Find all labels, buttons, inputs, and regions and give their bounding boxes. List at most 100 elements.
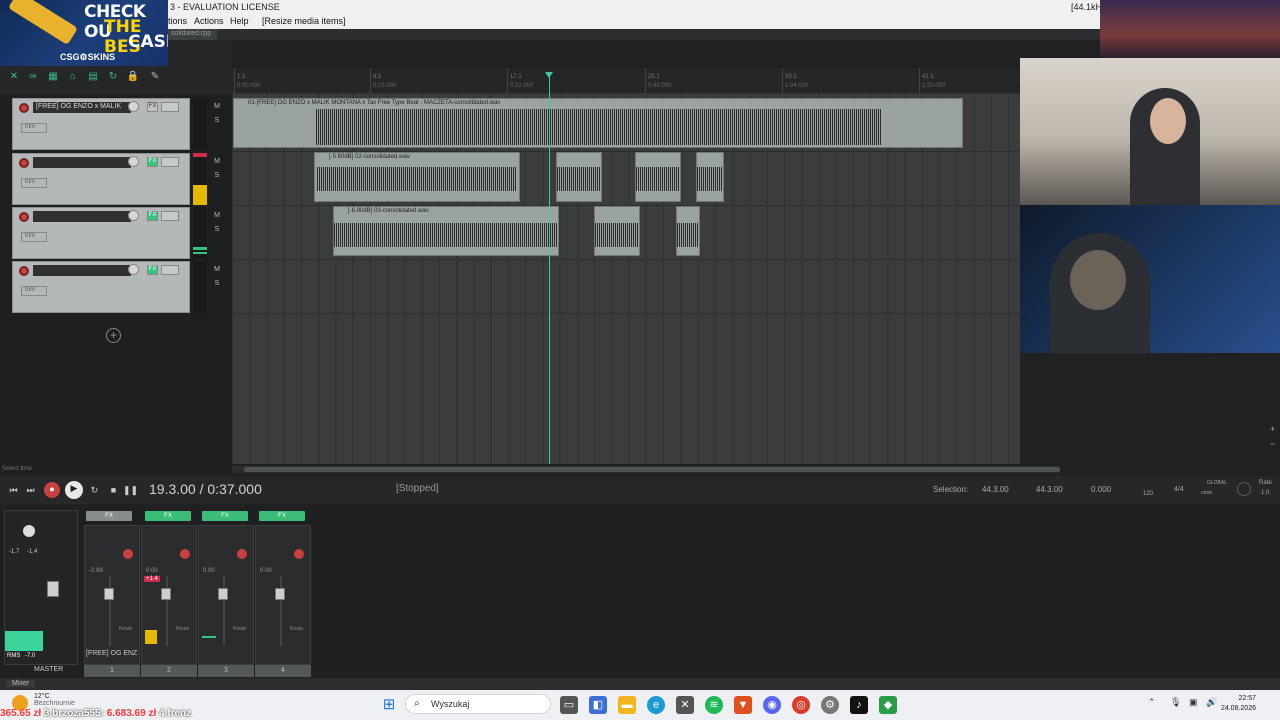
media-item[interactable] bbox=[696, 152, 724, 202]
mixer-fx-1[interactable]: FX bbox=[86, 511, 132, 521]
track-4-solo[interactable]: S bbox=[211, 278, 223, 289]
fx-button[interactable]: FX bbox=[147, 265, 158, 275]
taskbar-search[interactable]: ⌕ Wyszukaj bbox=[405, 694, 551, 714]
mixer-strip-1[interactable]: -2.99 Route bbox=[84, 525, 140, 665]
menu-item-actions-partial[interactable]: tions bbox=[168, 16, 187, 26]
track-4-mute[interactable]: M bbox=[211, 264, 223, 275]
lock-toggle-icon[interactable]: ↻ bbox=[105, 70, 121, 84]
media-item[interactable]: [-6.90dB] 03-consolidated.wav bbox=[333, 206, 559, 256]
rate-value[interactable]: 1.0 bbox=[1261, 490, 1269, 496]
track-name[interactable] bbox=[33, 265, 131, 276]
microphone-icon[interactable]: 🎙 bbox=[1170, 697, 1181, 708]
timeline-ruler[interactable]: 1.1 0:00.000 9.1 0:15.000 17.1 0:32.000 25.… bbox=[232, 68, 1020, 94]
menu-item-help[interactable]: Help bbox=[230, 16, 249, 26]
volume-knob[interactable] bbox=[128, 210, 139, 221]
io-button[interactable] bbox=[161, 157, 179, 167]
mixer-fx-4[interactable]: FX bbox=[259, 511, 305, 521]
global-mode[interactable]: none bbox=[1201, 490, 1212, 496]
spotify-icon[interactable]: ≋ bbox=[705, 696, 723, 714]
project-tab[interactable]: solidated.rpp bbox=[165, 29, 218, 40]
horizontal-scrollbar[interactable] bbox=[232, 466, 1060, 473]
io-button[interactable] bbox=[161, 265, 179, 275]
record-arm-icon[interactable] bbox=[19, 158, 29, 168]
bpm[interactable]: 120 bbox=[1143, 491, 1153, 497]
repeat-icon[interactable]: ↻ bbox=[87, 483, 102, 497]
tiktok-icon[interactable]: ♪ bbox=[850, 696, 868, 714]
windows-start-icon[interactable]: ⊞ bbox=[380, 696, 398, 714]
record-arm-icon[interactable] bbox=[19, 212, 29, 222]
track-name[interactable]: [FREE] OG ENZO x MALIK bbox=[33, 102, 131, 113]
menu-item-resize-media[interactable]: [Resize media items] bbox=[262, 16, 346, 26]
tray-chevron-icon[interactable]: ⌃ bbox=[1148, 697, 1156, 708]
mixer-strip-3[interactable]: 0.00 Route bbox=[198, 525, 254, 665]
fx-button[interactable]: FX bbox=[147, 102, 158, 112]
brave-icon[interactable]: ▼ bbox=[734, 696, 752, 714]
task-view-icon[interactable]: ▭ bbox=[560, 696, 578, 714]
selection-length[interactable]: 0.000 bbox=[1091, 485, 1111, 494]
fx-button[interactable]: FX bbox=[147, 157, 158, 167]
media-item[interactable] bbox=[635, 152, 681, 202]
media-item[interactable] bbox=[676, 206, 700, 256]
trim-button[interactable]: trim bbox=[21, 286, 47, 296]
track-name[interactable] bbox=[33, 157, 131, 168]
global-knob[interactable] bbox=[1237, 482, 1251, 496]
track-2-mute[interactable]: M bbox=[211, 156, 223, 167]
loop-icon[interactable]: ∞ bbox=[25, 70, 41, 84]
network-icon[interactable]: ▣ bbox=[1189, 697, 1198, 708]
volume-icon[interactable]: 🔊 bbox=[1206, 697, 1217, 708]
store-icon[interactable]: ◧ bbox=[589, 696, 607, 714]
selection-end[interactable]: 44.3.00 bbox=[1036, 485, 1063, 494]
mixer-strip-4[interactable]: 0.00 Route bbox=[255, 525, 311, 665]
ripple-icon[interactable]: ✕ bbox=[6, 70, 22, 84]
playhead[interactable] bbox=[549, 72, 550, 464]
fx-button[interactable]: FX bbox=[147, 211, 158, 221]
media-item[interactable]: [-5.60dB] 02-consolidated.wav bbox=[314, 152, 520, 202]
track-1-solo[interactable]: S bbox=[211, 115, 223, 126]
media-item[interactable]: 01-[FREE] OG ENZO x MALIK MONTANA x Tax … bbox=[233, 98, 963, 148]
go-to-end-icon[interactable]: ⏭ bbox=[23, 483, 38, 497]
play-button[interactable]: ▶ bbox=[65, 481, 83, 499]
taskbar-clock[interactable]: 22:57 24.08.2026 bbox=[1221, 694, 1256, 714]
mixer-tab[interactable]: Mixer bbox=[6, 680, 36, 687]
grid-icon[interactable]: ▦ bbox=[45, 70, 61, 84]
edge-icon[interactable]: e bbox=[647, 696, 665, 714]
pause-button[interactable]: ❚❚ bbox=[123, 483, 138, 497]
io-button[interactable] bbox=[161, 211, 179, 221]
go-to-start-icon[interactable]: ⏮ bbox=[6, 483, 21, 497]
reaper-icon[interactable]: ◆ bbox=[879, 696, 897, 714]
media-item[interactable] bbox=[594, 206, 640, 256]
pencil-icon[interactable]: ✎ bbox=[147, 70, 163, 84]
track-2-header[interactable]: FX trim bbox=[12, 153, 190, 205]
volume-knob[interactable] bbox=[128, 156, 139, 167]
volume-knob[interactable] bbox=[128, 264, 139, 275]
time-signature[interactable]: 4/4 bbox=[1174, 486, 1184, 493]
add-track-icon[interactable]: + bbox=[106, 328, 121, 343]
volume-knob[interactable] bbox=[128, 101, 139, 112]
chrome-icon[interactable]: ◎ bbox=[792, 696, 810, 714]
app-icon[interactable]: ✕ bbox=[676, 696, 694, 714]
stop-button[interactable]: ■ bbox=[106, 483, 121, 497]
mixer-strip-2[interactable]: 0.00 +1.4 Route bbox=[141, 525, 197, 665]
track-2-solo[interactable]: S bbox=[211, 170, 223, 181]
trim-button[interactable]: trim bbox=[21, 178, 47, 188]
file-explorer-icon[interactable]: ▬ bbox=[618, 696, 636, 714]
envelope-icon[interactable]: ⌂ bbox=[65, 70, 81, 84]
mixer-fx-2[interactable]: FX bbox=[145, 511, 191, 521]
scroll-thumb[interactable] bbox=[244, 467, 1060, 472]
discord-icon[interactable]: ◉ bbox=[763, 696, 781, 714]
mixer-fx-3[interactable]: FX bbox=[202, 511, 248, 521]
record-button[interactable]: ● bbox=[44, 482, 60, 498]
time-display[interactable]: 19.3.00 / 0:37.000 bbox=[149, 481, 262, 497]
media-item[interactable] bbox=[556, 152, 602, 202]
track-4-header[interactable]: FX trim bbox=[12, 261, 190, 313]
track-1-header[interactable]: [FREE] OG ENZO x MALIK FX trim bbox=[12, 98, 190, 150]
io-button[interactable] bbox=[161, 102, 179, 112]
snap-icon[interactable]: ▤ bbox=[85, 70, 101, 84]
trim-button[interactable]: trim bbox=[21, 232, 47, 242]
track-1-mute[interactable]: M bbox=[211, 101, 223, 112]
track-3-solo[interactable]: S bbox=[211, 224, 223, 235]
track-3-header[interactable]: FX trim bbox=[12, 207, 190, 259]
arrange-view[interactable]: 01-[FREE] OG ENZO x MALIK MONTANA x Tax … bbox=[232, 94, 1020, 464]
track-3-mute[interactable]: M bbox=[211, 210, 223, 221]
selection-start[interactable]: 44.3.00 bbox=[982, 485, 1009, 494]
